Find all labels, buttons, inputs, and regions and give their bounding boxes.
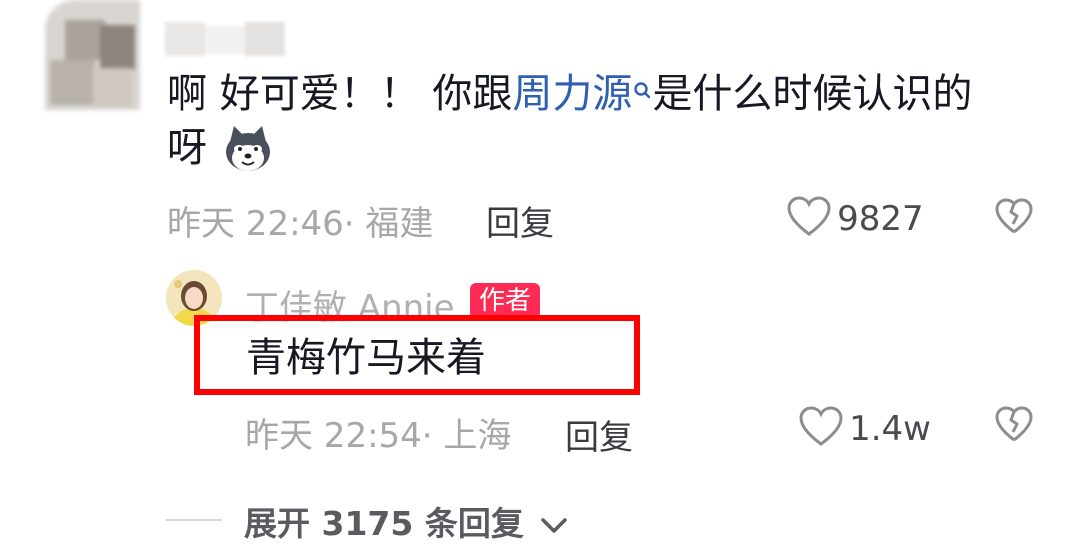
comment-time: 昨天 22:46	[167, 204, 344, 244]
comment-like-count: 9827	[837, 199, 924, 239]
reply-time: 昨天 22:54	[245, 416, 422, 456]
reply-meta: 昨天 22:54· 上海	[245, 408, 511, 457]
comment-text-after-mention: 是什么时候认识的	[652, 71, 973, 117]
comment-dislike-button[interactable]	[994, 198, 1034, 240]
expand-replies-label: 展开 3175 条回复	[244, 504, 524, 543]
commenter-name-blurred[interactable]	[165, 22, 285, 56]
comment-location: · 福建	[343, 204, 434, 244]
comment-text-line2: 呀	[167, 125, 207, 171]
reply-dislike-button[interactable]	[994, 406, 1034, 448]
reply-like-count: 1.4w	[849, 409, 931, 449]
expand-replies-button[interactable]: 展开 3175 条回复	[244, 497, 569, 545]
reply-reply-button[interactable]: 回复	[565, 410, 633, 459]
comment-like-button[interactable]: 9827	[786, 196, 924, 242]
reply-like-button[interactable]: 1.4w	[798, 406, 931, 452]
author-badge: 作者	[470, 283, 541, 319]
reply-location: · 上海	[421, 416, 512, 456]
comment-reply-button[interactable]: 回复	[486, 196, 554, 245]
broken-heart-icon	[994, 198, 1034, 240]
search-icon[interactable]	[632, 66, 652, 99]
comment-text-line1: 啊 好可爱！！ 你跟周力源 是什么时候认识的	[167, 66, 972, 122]
chevron-down-icon	[539, 506, 569, 545]
expand-divider	[166, 519, 222, 521]
commenter-avatar-blurred[interactable]	[45, 0, 140, 110]
heart-icon	[798, 406, 844, 452]
comment-meta: 昨天 22:46· 福建	[167, 196, 433, 245]
broken-heart-icon	[994, 406, 1034, 448]
mention-link[interactable]: 周力源	[512, 71, 632, 117]
comment-text-before-mention: 啊 好可爱！！ 你跟	[167, 71, 513, 117]
husky-dog-emoji-icon	[222, 122, 274, 174]
reply-text: 青梅竹马来着	[246, 335, 486, 381]
heart-icon	[786, 196, 832, 242]
